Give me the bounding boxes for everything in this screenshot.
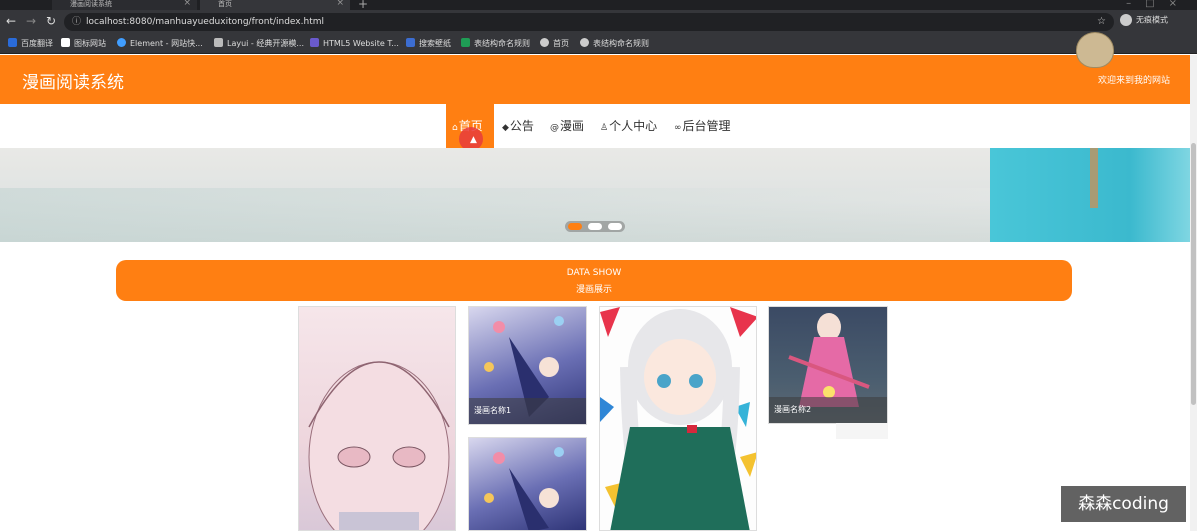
section-title-bar: DATA SHOW 漫画展示 <box>116 260 1072 301</box>
bookmark-label: 表结构命名规则 <box>593 39 649 48</box>
reload-icon[interactable]: ↻ <box>46 14 56 28</box>
nav-label: 后台管理 <box>682 119 731 133</box>
element-icon <box>117 38 126 47</box>
browser-tab-1[interactable]: 漫画阅读系统 × <box>52 0 197 10</box>
nav-label: 漫画 <box>560 119 585 133</box>
at-icon: @ <box>550 123 559 133</box>
site-title: 漫画阅读系统 <box>22 73 124 93</box>
browser-tab-2[interactable]: 首页 × <box>200 0 350 10</box>
heart-tag-image <box>1076 32 1114 68</box>
main-nav: ⌂首页 ◆公告 @漫画 ♙个人中心 ∞后台管理 <box>0 104 1190 148</box>
bookmark-item[interactable]: 图标网站 <box>61 38 106 49</box>
bookmark-item[interactable]: 表结构命名规则 <box>580 38 649 49</box>
incognito-icon <box>1120 14 1132 26</box>
banner-background <box>0 188 990 242</box>
bookmark-label: 首页 <box>553 39 569 48</box>
mouse-cursor-icon: ▲ <box>470 135 477 145</box>
close-icon[interactable]: × <box>336 0 344 8</box>
sheet-icon <box>461 38 470 47</box>
comic-card[interactable] <box>599 306 757 531</box>
carousel-dot-2[interactable] <box>588 223 602 230</box>
bookmark-label: 图标网站 <box>74 39 106 48</box>
link-icon: ∞ <box>674 123 682 133</box>
bookmark-item[interactable]: 表结构命名规则 <box>461 38 530 49</box>
comic-cover-image <box>308 361 450 530</box>
carousel-dot-3[interactable] <box>608 223 622 230</box>
close-icon[interactable]: × <box>183 0 191 8</box>
bookmark-item[interactable]: 首页 <box>540 38 569 49</box>
globe-icon <box>540 38 549 47</box>
video-watermark: 森森coding <box>1061 486 1186 522</box>
user-icon: ♙ <box>600 123 609 133</box>
nav-label: 个人中心 <box>609 119 658 133</box>
bookmark-label: 搜索壁纸 <box>419 39 451 48</box>
comic-caption: 漫画名称2 <box>769 397 887 423</box>
forward-icon[interactable]: → <box>26 14 36 28</box>
home-icon: ⌂ <box>452 123 458 133</box>
graduation-cap-icon: ◆ <box>502 123 509 133</box>
nav-item-comics[interactable]: @漫画 <box>550 104 584 148</box>
bookmark-item[interactable]: 搜索壁纸 <box>406 38 451 49</box>
browser-toolbar: ← → ↻ ⓘ localhost:8080/manhuayueduxitong… <box>0 10 1197 34</box>
globe-icon <box>580 38 589 47</box>
layui-icon <box>214 38 223 47</box>
bookmark-item[interactable]: HTML5 Website T... <box>310 38 399 48</box>
bookmark-item[interactable]: Element - 网站快... <box>117 38 203 49</box>
comic-card[interactable]: 漫画名称1 <box>468 306 587 425</box>
welcome-text: 欢迎来到我的网站 <box>1097 76 1170 86</box>
tab-1-title: 漫画阅读系统 <box>70 0 112 8</box>
url-text: localhost:8080/manhuayueduxitong/front/i… <box>86 17 324 27</box>
bookmark-label: 百度翻译 <box>21 39 53 48</box>
comic-card[interactable]: 漫画名称2 <box>768 306 888 424</box>
wallpaper-icon <box>406 38 415 47</box>
baidu-fanyi-icon <box>8 38 17 47</box>
bookmark-item[interactable]: 百度翻译 <box>8 38 53 49</box>
back-icon[interactable]: ← <box>6 14 16 28</box>
nav-item-admin[interactable]: ∞后台管理 <box>674 104 731 148</box>
bookmark-label: HTML5 Website T... <box>323 39 399 48</box>
bookmark-label: 表结构命名规则 <box>474 39 530 48</box>
flag-icon <box>61 38 70 47</box>
scrollbar-thumb[interactable] <box>1191 143 1196 405</box>
comic-card[interactable] <box>298 306 456 531</box>
bookmark-star-icon[interactable]: ☆ <box>1097 13 1106 31</box>
bookmark-item[interactable]: Layui - 经典开源模... <box>214 38 304 49</box>
section-title-cn: 漫画展示 <box>575 285 612 295</box>
carousel-dot-1[interactable] <box>568 223 582 230</box>
carousel-indicators <box>565 221 625 232</box>
nav-item-notice[interactable]: ◆公告 <box>502 104 534 148</box>
tab-2-title: 首页 <box>218 0 232 8</box>
browser-tab-strip: 漫画阅读系统 × 首页 × + –□× <box>0 0 1197 11</box>
bookmark-label: Element - 网站快... <box>130 39 203 48</box>
blank-region <box>836 423 888 439</box>
comic-cover-image <box>600 307 756 530</box>
profile-label: 无痕模式 <box>1136 15 1168 25</box>
nav-item-profile[interactable]: ♙个人中心 <box>600 104 657 148</box>
banner-ribbon <box>1090 148 1098 208</box>
bookmarks-bar: 百度翻译 图标网站 Element - 网站快... Layui - 经典开源模… <box>0 34 1197 54</box>
section-title-en: DATA SHOW <box>566 268 622 278</box>
html5-icon <box>310 38 319 47</box>
info-icon[interactable]: ⓘ <box>72 13 81 31</box>
site-header: 漫画阅读系统 欢迎来到我的网站 <box>0 55 1190 104</box>
window-controls[interactable]: –□× <box>1126 0 1191 9</box>
bookmark-label: Layui - 经典开源模... <box>227 39 304 48</box>
comic-card[interactable] <box>468 437 587 531</box>
comic-cover-image <box>484 447 564 530</box>
comic-caption: 漫画名称1 <box>469 398 586 424</box>
incognito-profile[interactable]: 无痕模式 <box>1120 14 1168 26</box>
page-scrollbar[interactable] <box>1190 55 1197 531</box>
address-bar[interactable]: ⓘ localhost:8080/manhuayueduxitong/front… <box>64 13 1114 31</box>
nav-label: 公告 <box>509 119 534 133</box>
